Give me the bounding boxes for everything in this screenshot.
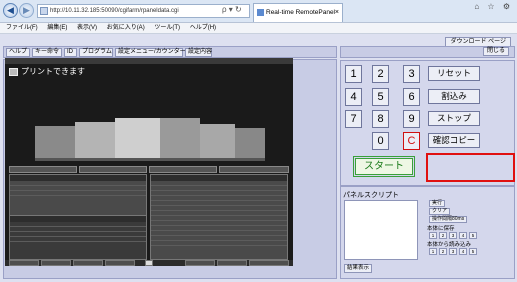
menu-tools[interactable]: ツール(T) [154,25,180,31]
screen-function-panel [9,215,147,260]
screen-tab[interactable] [149,166,217,173]
panel-row [151,241,287,246]
reset-button[interactable]: リセット [428,66,480,81]
screen-status-text: プリントできます [21,67,85,76]
menu-edit[interactable]: 編集(E) [47,25,67,31]
load-slot-1[interactable]: 1 [429,248,437,255]
address-text: http://10.11.32.185:50090/cgifarm/rpanel… [50,8,179,14]
printer-icon [9,68,18,76]
operation-interval-button[interactable]: 操作間隔80ms [429,216,468,223]
screen-tab[interactable] [219,166,289,173]
clear-script-button[interactable]: クリア [429,208,451,215]
panel-script-section: パネルスクリプト 結果表示 実行 クリア 操作間隔80ms 本体に保存 1 2 … [340,186,515,279]
screen-tab[interactable] [9,166,77,173]
key-8[interactable]: 8 [372,110,389,128]
screen-bottom-button[interactable] [185,260,215,266]
key-3[interactable]: 3 [403,65,420,83]
panel-row [10,191,146,196]
stop-button[interactable]: ストップ [428,111,480,126]
back-arrow-icon[interactable]: ◀ [3,3,18,18]
screen-tab[interactable] [79,166,147,173]
menu-bar: ファイル(F) 編集(E) 表示(V) お気に入り(A) ツール(T) ヘルプ(… [0,23,517,34]
settings-content-button[interactable]: 設定内容 [185,48,212,57]
home-star-gear-icon[interactable]: ⌂ ☆ ⚙ [474,2,513,11]
screen-bottom-button[interactable] [217,260,247,266]
load-slot-5[interactable]: 5 [469,248,477,255]
key-1[interactable]: 1 [345,65,362,83]
key-9[interactable]: 9 [403,110,420,128]
screen-bottom-bar [5,260,293,266]
load-slot-2[interactable]: 2 [439,248,447,255]
screen-bottom-button[interactable] [73,260,103,266]
screen-header [5,58,293,64]
load-slot-3[interactable]: 3 [449,248,457,255]
key-0[interactable]: 0 [372,132,389,150]
load-from-device-label: 本体から読み込み [427,242,472,248]
tab-title: Real-time RemotePanel [266,9,336,16]
panel-row [10,237,146,242]
show-result-button[interactable]: 結果表示 [344,264,373,273]
proof-copy-button[interactable]: 確認コピー [428,133,480,148]
save-slot-3[interactable]: 3 [449,232,457,239]
browser-tab[interactable]: Real-time RemotePanel × [253,3,343,22]
save-slot-4[interactable]: 4 [459,232,467,239]
help-button[interactable]: ヘルプ [6,48,30,57]
toolbar: ヘルプ キー命令 ID プログラム 設定メニュー/カウンター 設定内容 [3,46,337,58]
save-to-device-label: 本体に保存 [427,226,455,232]
keypad: 1 2 3 4 5 6 7 8 9 0 C リセット 割込み ストップ 確認コピ… [340,60,515,186]
id-button[interactable]: ID [64,48,77,57]
menu-file[interactable]: ファイル(F) [6,25,38,31]
program-button[interactable]: プログラム [79,48,113,57]
load-slot-4[interactable]: 4 [459,248,467,255]
screen-status-title: プリントできます [9,67,85,77]
address-bar[interactable]: http://10.11.32.185:50090/cgifarm/rpanel… [37,4,250,18]
panel-script-label: パネルスクリプト [343,192,399,199]
screen-bottom-button[interactable] [41,260,71,266]
forward-arrow-icon[interactable]: ▶ [19,3,34,18]
tab-close-icon[interactable]: × [335,4,339,21]
printer-machine-image [35,118,265,161]
remote-panel-app: ダウンロード ページ ヘルプ キー命令 ID プログラム 設定メニュー/カウンタ… [0,34,517,282]
browser-chrome: ◀ ▶ http://10.11.32.185:50090/cgifarm/rp… [0,0,517,23]
screen-bottom-button[interactable] [9,260,39,266]
clear-key[interactable]: C [403,132,420,150]
screen-info-block [201,69,289,84]
tab-favicon-icon [257,9,264,16]
interrupt-button[interactable]: 割込み [428,89,480,104]
menu-favorites[interactable]: お気に入り(A) [107,25,145,31]
highlight-box [426,153,515,182]
screen-tabs [9,166,289,173]
screen-bottom-button[interactable] [249,260,289,266]
screen-bottom-button[interactable] [105,260,135,266]
key-5[interactable]: 5 [372,88,389,106]
search-refresh-icon[interactable]: ρ ▾ ↻ [222,5,242,14]
start-cell: スタート [342,153,425,183]
key-7[interactable]: 7 [345,110,362,128]
key-4[interactable]: 4 [345,88,362,106]
screen-bottom-button[interactable] [145,260,153,266]
panel-script-textarea[interactable] [344,200,418,260]
save-slot-5[interactable]: 5 [469,232,477,239]
menu-help[interactable]: ヘルプ(H) [190,25,216,31]
screen-status-panel [150,174,288,260]
key-6[interactable]: 6 [403,88,420,106]
key-command-button[interactable]: キー命令 [32,48,62,57]
save-slot-1[interactable]: 1 [429,232,437,239]
menu-view[interactable]: 表示(V) [77,25,97,31]
key-2[interactable]: 2 [372,65,389,83]
machine-screen[interactable]: プリントできます [5,58,293,266]
settings-counter-button[interactable]: 設定メニュー/カウンター [115,48,186,57]
close-button[interactable]: 閉じる [483,47,510,56]
run-button[interactable]: 実行 [429,200,446,207]
start-button[interactable]: スタート [353,156,415,177]
save-slot-2[interactable]: 2 [439,232,447,239]
page-icon [40,7,48,15]
